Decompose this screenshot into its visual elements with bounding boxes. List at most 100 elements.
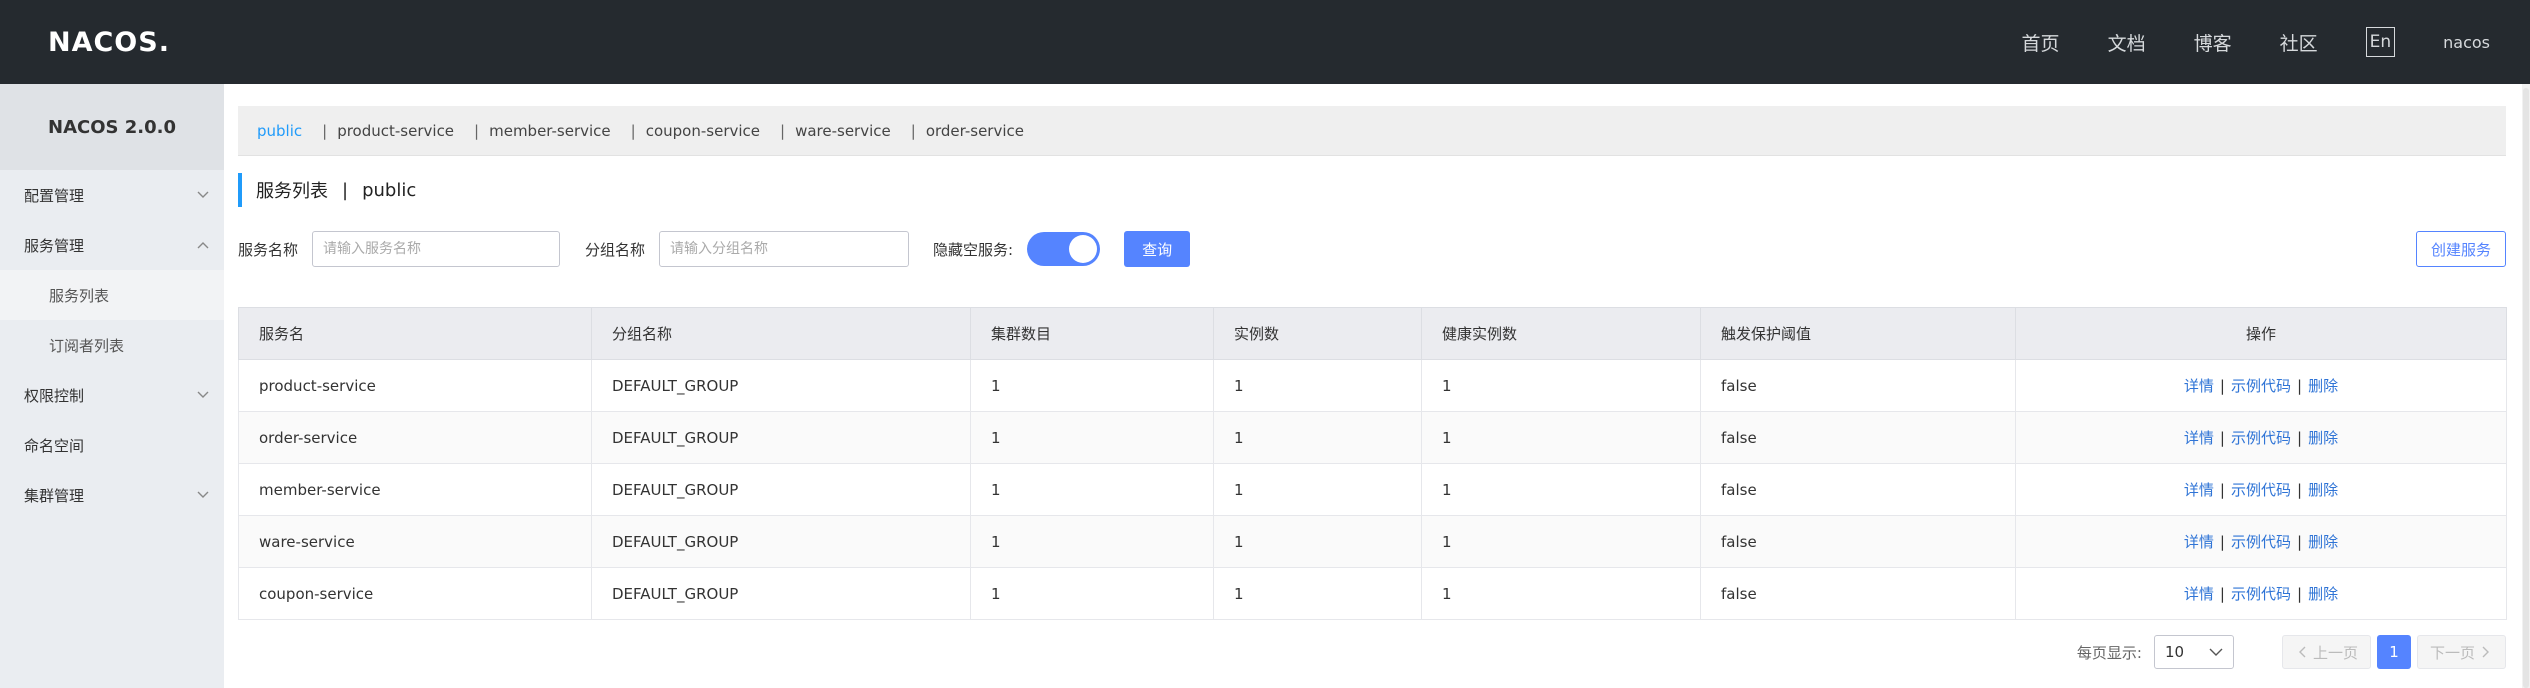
cell-cluster-count: 1: [970, 567, 1214, 620]
op-separator: |: [2219, 429, 2225, 447]
cell-service-name: product-service: [238, 359, 592, 412]
next-page-label: 下一页: [2429, 643, 2475, 662]
nav-blog[interactable]: 博客: [2194, 29, 2232, 56]
next-page-button[interactable]: 下一页: [2416, 635, 2506, 669]
page-size-value: 10: [2164, 643, 2185, 661]
cell-healthy-count: 1: [1421, 411, 1701, 464]
cell-service-name: coupon-service: [238, 567, 592, 620]
user-menu[interactable]: nacos: [2443, 33, 2490, 52]
sidebar-item-cluster-management[interactable]: 集群管理: [0, 470, 224, 520]
sample-code-link[interactable]: 示例代码: [2231, 481, 2291, 499]
column-header-protect-threshold: 触发保护阈值: [1700, 307, 2016, 360]
table-row: product-service DEFAULT_GROUP 1 1 1 fals…: [238, 359, 2507, 412]
cell-service-name: ware-service: [238, 515, 592, 568]
namespace-public[interactable]: public: [257, 122, 302, 140]
column-header-operations: 操作: [2015, 307, 2507, 360]
sample-code-link[interactable]: 示例代码: [2231, 429, 2291, 447]
namespace-product-service[interactable]: product-service: [337, 122, 454, 140]
page-scrollbar[interactable]: [2522, 84, 2530, 688]
column-header-healthy-instance-count: 健康实例数: [1421, 307, 1701, 360]
language-switch-button[interactable]: En: [2365, 27, 2396, 57]
detail-link[interactable]: 详情: [2184, 481, 2214, 499]
sample-code-link[interactable]: 示例代码: [2231, 585, 2291, 603]
sidebar-item-subscriber-list[interactable]: 订阅者列表: [0, 320, 224, 370]
delete-link[interactable]: 删除: [2308, 429, 2338, 447]
page-title-namespace: public: [362, 179, 417, 201]
namespace-bar: public | product-service | member-servic…: [238, 106, 2506, 156]
cell-operations: 详情 | 示例代码 | 删除: [2015, 359, 2507, 412]
sidebar-item-label: 订阅者列表: [49, 336, 125, 355]
service-name-input[interactable]: [312, 231, 561, 267]
query-button[interactable]: 查询: [1124, 231, 1191, 267]
sample-code-link[interactable]: 示例代码: [2231, 533, 2291, 551]
prev-page-button[interactable]: 上一页: [2281, 635, 2371, 669]
sidebar-item-service-list[interactable]: 服务列表: [0, 270, 224, 320]
cell-protect-threshold: false: [1700, 411, 2016, 464]
op-separator: |: [2219, 533, 2225, 551]
delete-link[interactable]: 删除: [2308, 585, 2338, 603]
cell-protect-threshold: false: [1700, 463, 2016, 516]
op-separator: |: [2219, 481, 2225, 499]
cell-healthy-count: 1: [1421, 359, 1701, 412]
nacos-logo[interactable]: NACOS.: [48, 26, 170, 58]
cell-service-name: member-service: [238, 463, 592, 516]
cell-group-name: DEFAULT_GROUP: [591, 463, 971, 516]
sidebar-item-config-management[interactable]: 配置管理: [0, 170, 224, 220]
op-separator: |: [2297, 533, 2303, 551]
table-row: member-service DEFAULT_GROUP 1 1 1 false…: [238, 463, 2507, 516]
delete-link[interactable]: 删除: [2308, 481, 2338, 499]
cell-cluster-count: 1: [970, 359, 1214, 412]
sample-code-link[interactable]: 示例代码: [2231, 377, 2291, 395]
delete-link[interactable]: 删除: [2308, 533, 2338, 551]
nav-community[interactable]: 社区: [2280, 29, 2318, 56]
detail-link[interactable]: 详情: [2184, 429, 2214, 447]
cell-operations: 详情 | 示例代码 | 删除: [2015, 515, 2507, 568]
service-table: 服务名 分组名称 集群数目 实例数 健康实例数 触发保护阈值 操作 produc…: [238, 307, 2507, 620]
column-header-group-name: 分组名称: [591, 307, 971, 360]
cell-protect-threshold: false: [1700, 515, 2016, 568]
nav-docs[interactable]: 文档: [2108, 29, 2146, 56]
detail-link[interactable]: 详情: [2184, 585, 2214, 603]
cell-cluster-count: 1: [970, 463, 1214, 516]
cell-cluster-count: 1: [970, 411, 1214, 464]
cell-healthy-count: 1: [1421, 515, 1701, 568]
namespace-ware-service[interactable]: ware-service: [795, 122, 891, 140]
cell-healthy-count: 1: [1421, 567, 1701, 620]
table-row: coupon-service DEFAULT_GROUP 1 1 1 false…: [238, 567, 2507, 620]
page-title: 服务列表 | public: [238, 173, 416, 207]
group-name-label: 分组名称: [585, 240, 646, 259]
delete-link[interactable]: 删除: [2308, 377, 2338, 395]
sidebar-item-access-control[interactable]: 权限控制: [0, 370, 224, 420]
prev-page-label: 上一页: [2312, 643, 2358, 662]
detail-link[interactable]: 详情: [2184, 377, 2214, 395]
hide-empty-toggle[interactable]: [1027, 232, 1101, 266]
sidebar-item-service-management[interactable]: 服务管理: [0, 220, 224, 270]
cell-instance-count: 1: [1213, 463, 1422, 516]
op-separator: |: [2219, 377, 2225, 395]
namespace-order-service[interactable]: order-service: [926, 122, 1024, 140]
cell-operations: 详情 | 示例代码 | 删除: [2015, 411, 2507, 464]
chevron-down-icon: [2209, 645, 2223, 659]
hide-empty-label: 隐藏空服务:: [933, 240, 1014, 259]
column-header-instance-count: 实例数: [1213, 307, 1422, 360]
page-size-select[interactable]: 10: [2153, 635, 2234, 669]
detail-link[interactable]: 详情: [2184, 533, 2214, 551]
op-separator: |: [2297, 429, 2303, 447]
cell-instance-count: 1: [1213, 411, 1422, 464]
group-name-input[interactable]: [659, 231, 910, 267]
page-number-button[interactable]: 1: [2376, 635, 2411, 669]
sidebar-item-label: 集群管理: [24, 486, 85, 505]
namespace-member-service[interactable]: member-service: [489, 122, 611, 140]
op-separator: |: [2219, 585, 2225, 603]
sidebar-item-namespace[interactable]: 命名空间: [0, 420, 224, 470]
pagination: 每页显示: 10 上一页 1 下一页: [2077, 634, 2506, 670]
op-separator: |: [2297, 585, 2303, 603]
sidebar-item-label: 配置管理: [24, 186, 85, 205]
create-service-button[interactable]: 创建服务: [2415, 231, 2506, 267]
namespace-coupon-service[interactable]: coupon-service: [646, 122, 760, 140]
cell-instance-count: 1: [1213, 567, 1422, 620]
op-separator: |: [2297, 481, 2303, 499]
namespace-separator: |: [630, 121, 636, 140]
top-navbar: NACOS. 首页 文档 博客 社区 En nacos: [0, 0, 2530, 84]
nav-home[interactable]: 首页: [2022, 29, 2060, 56]
